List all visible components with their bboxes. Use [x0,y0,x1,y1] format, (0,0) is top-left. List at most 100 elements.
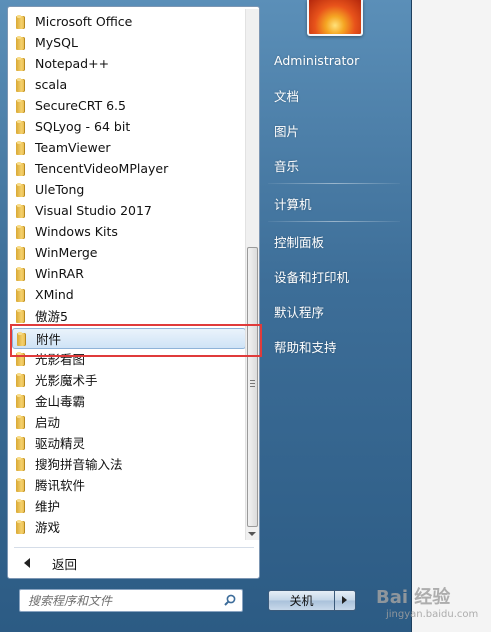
default-programs-link[interactable]: 默认程序 [266,297,404,325]
search-icon[interactable] [224,594,236,606]
program-folder-item[interactable]: TencentVideoMPlayer [12,158,246,179]
documents-label: 文档 [274,88,300,104]
program-folder-item[interactable]: 搜狗拼音输入法 [12,453,246,474]
program-folder-label: XMind [35,287,74,302]
music-label: 音乐 [274,158,300,174]
folder-icon [16,182,25,197]
folder-icon [16,98,25,113]
program-folder-item[interactable]: 驱动精灵 [12,432,246,453]
program-folder-label: 搜狗拼音输入法 [35,457,123,472]
folder-icon [16,35,25,50]
program-folder-item[interactable]: Microsoft Office [12,11,246,32]
program-folder-item[interactable]: 腾讯软件 [12,474,246,495]
scroll-grip-icon [250,380,255,387]
program-folder-label: 附件 [36,332,62,347]
program-folder-item[interactable]: XMind [12,284,246,305]
program-folder-item[interactable]: SQLyog - 64 bit [12,116,246,137]
computer-link[interactable]: 计算机 [266,189,404,217]
program-folder-item[interactable]: 附件 [12,328,246,349]
program-folder-item[interactable]: 光影魔术手 [12,369,246,390]
right-divider [268,183,400,184]
folder-icon [16,161,25,176]
program-folder-label: 驱动精灵 [35,436,86,451]
folder-icon [16,414,25,429]
program-folder-label: 光影魔术手 [35,373,98,388]
back-button[interactable]: 返回 [12,552,248,574]
program-folder-label: Visual Studio 2017 [35,203,152,218]
folder-icon [16,519,25,534]
program-folder-label: Notepad++ [35,56,110,71]
program-folder-label: UleTong [35,182,85,197]
pictures-link[interactable]: 图片 [266,116,404,144]
baidu-watermark: Bai 经验 jingyan.baidu.com [374,581,488,629]
search-input[interactable] [26,592,225,609]
program-folder-label: TeamViewer [35,140,111,155]
folder-icon [16,266,25,281]
program-folder-label: Microsoft Office [35,14,133,29]
search-box[interactable] [19,589,243,612]
control-panel-link[interactable]: 控制面板 [266,227,404,255]
folder-icon [16,308,25,323]
folder-icon [16,224,25,239]
help-support-link[interactable]: 帮助和支持 [266,332,404,360]
user-picture[interactable] [307,0,363,36]
program-folder-item[interactable]: TeamViewer [12,137,246,158]
program-folder-item[interactable]: UleTong [12,179,246,200]
program-folder-label: 维护 [35,499,61,514]
program-folder-item[interactable]: Windows Kits [12,221,246,242]
program-folder-item[interactable]: 游戏 [12,516,246,537]
watermark-url: jingyan.baidu.com [386,609,479,620]
program-folder-item[interactable]: WinMerge [12,242,246,263]
program-folder-label: scala [35,77,68,92]
program-folder-label: 腾讯软件 [35,478,86,493]
folder-icon [16,245,25,260]
program-folder-label: TencentVideoMPlayer [35,161,169,176]
program-folder-item[interactable]: WinRAR [12,263,246,284]
devices-printers-label: 设备和打印机 [274,269,350,285]
program-folder-item[interactable]: SecureCRT 6.5 [12,95,246,116]
program-folder-label: 傲游5 [35,309,68,324]
default-programs-label: 默认程序 [274,304,325,320]
program-folder-item[interactable]: Visual Studio 2017 [12,200,246,221]
program-folder-item[interactable]: MySQL [12,32,246,53]
folder-icon [16,287,25,302]
scrollbar-thumb[interactable] [247,247,258,527]
program-folder-item[interactable]: 金山毒霸 [12,390,246,411]
program-folder-label: MySQL [35,35,78,50]
program-folder-label: 游戏 [35,520,61,535]
folder-icon [16,56,25,71]
program-folder-item[interactable]: 光影看图 [12,348,246,369]
devices-printers-link[interactable]: 设备和打印机 [266,262,404,290]
user-name-link[interactable]: Administrator [266,46,404,74]
program-folder-item[interactable]: 傲游5 [12,305,246,326]
program-folder-label: 金山毒霸 [35,394,86,409]
shutdown-button[interactable]: 关机 [268,590,335,611]
folder-icon [16,498,25,513]
folder-icon [17,331,26,346]
program-folder-item[interactable]: 启动 [12,411,246,432]
program-folder-item[interactable]: Notepad++ [12,53,246,74]
shutdown-label: 关机 [289,594,314,608]
scroll-down-arrow-icon[interactable] [248,532,256,536]
folder-icon [16,14,25,29]
back-arrow-icon [24,558,30,568]
folder-icon [16,393,25,408]
program-folder-label: WinRAR [35,266,84,281]
shutdown-options-button[interactable] [335,590,356,611]
folder-icon [16,477,25,492]
program-folder-label: 启动 [35,415,61,430]
control-panel-label: 控制面板 [274,234,325,250]
divider [14,547,254,548]
music-link[interactable]: 音乐 [266,151,404,179]
folder-icon [16,140,25,155]
program-folder-label: 光影看图 [35,352,86,367]
scrollbar[interactable] [245,9,259,540]
folder-icon [16,456,25,471]
watermark-logo: Bai 经验 [376,587,451,608]
user-name: Administrator [274,52,360,68]
program-folder-label: WinMerge [35,245,98,260]
program-folder-item[interactable]: 维护 [12,495,246,516]
program-folder-item[interactable]: scala [12,74,246,95]
documents-link[interactable]: 文档 [266,81,404,109]
computer-label: 计算机 [274,196,312,212]
